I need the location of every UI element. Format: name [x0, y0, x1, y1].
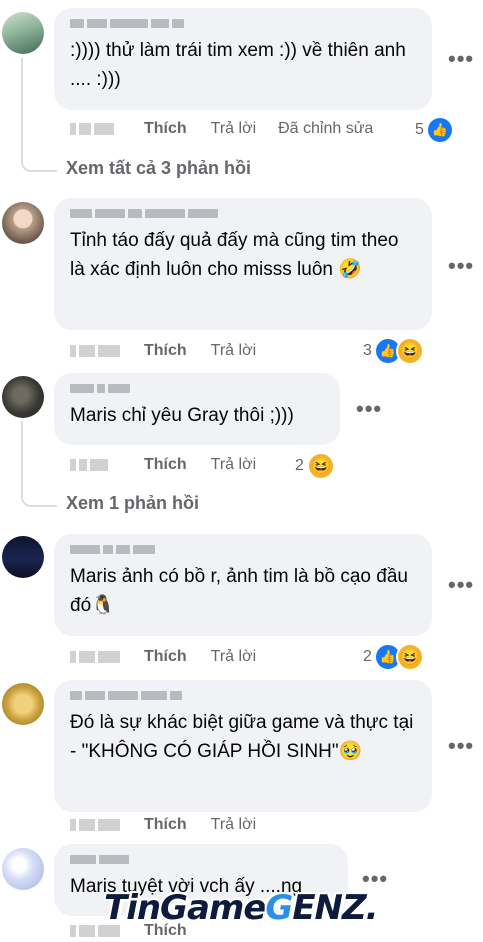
reaction-count: 5	[415, 121, 424, 138]
timestamp-redacted	[70, 650, 122, 664]
comment-bubble: Maris chỉ yêu Gray thôi ;)))	[54, 373, 340, 445]
comment-text: Maris chỉ yêu Gray thôi ;)))	[70, 405, 294, 426]
timestamp-redacted	[70, 344, 122, 358]
comment-actions: Thích Trả lời	[70, 646, 256, 668]
more-options-icon[interactable]: •••	[448, 253, 474, 279]
edited-label: Đã chỉnh sửa	[278, 120, 374, 137]
author-name-redacted[interactable]	[70, 690, 418, 700]
comment-text: Đó là sự khác biệt giữa game và thực tại…	[70, 712, 414, 762]
author-name-redacted[interactable]	[70, 18, 418, 28]
site-watermark-logo: TinGameGENZ.	[104, 888, 379, 928]
author-name-redacted[interactable]	[70, 854, 334, 864]
reaction-count: 2	[295, 457, 304, 474]
avatar[interactable]	[2, 536, 44, 578]
like-button[interactable]: Thích	[144, 456, 187, 474]
haha-icon: 😆	[395, 643, 424, 671]
comment-actions: Thích Trả lời	[70, 454, 256, 476]
watermark-text-3: ENZ.	[292, 888, 378, 928]
timestamp-redacted	[70, 122, 122, 136]
like-button[interactable]: Thích	[144, 816, 187, 834]
reaction-count: 3	[363, 342, 372, 359]
reply-button[interactable]: Trả lời	[211, 816, 256, 834]
comment-bubble: Đó là sự khác biệt giữa game và thực tại…	[54, 680, 432, 812]
reaction-summary[interactable]: 5 👍	[415, 116, 454, 144]
author-name-redacted[interactable]	[70, 544, 418, 554]
reaction-count: 2	[363, 648, 372, 665]
comment-text: Maris ảnh có bồ r, ảnh tim là bồ cạo đầu…	[70, 566, 408, 616]
reaction-summary[interactable]: 3 👍 😆	[363, 337, 424, 365]
comment-actions: Thích Trả lời	[70, 340, 256, 362]
more-options-icon[interactable]: •••	[356, 396, 382, 422]
comment-bubble: :)))) thử làm trái tim xem :)) về thiên …	[54, 8, 432, 110]
thread-line	[21, 421, 57, 507]
author-name-redacted[interactable]	[70, 383, 326, 393]
avatar[interactable]	[2, 848, 44, 890]
more-options-icon[interactable]: •••	[448, 733, 474, 759]
haha-icon: 😆	[395, 337, 424, 365]
comment-actions: Thích Trả lời Đã chỉnh sửa	[70, 118, 373, 140]
reply-button[interactable]: Trả lời	[211, 342, 256, 360]
reaction-summary[interactable]: 2 😆	[295, 452, 335, 480]
comment-bubble: Tỉnh táo đấy quả đấy mà cũng tim theo là…	[54, 198, 432, 330]
like-button[interactable]: Thích	[144, 648, 187, 666]
like-button[interactable]: Thích	[144, 120, 187, 138]
view-replies-link[interactable]: Xem tất cả 3 phản hồi	[66, 158, 251, 179]
comment-text: :)))) thử làm trái tim xem :)) về thiên …	[70, 40, 406, 90]
avatar[interactable]	[2, 683, 44, 725]
more-options-icon[interactable]: •••	[448, 46, 474, 72]
comment-actions: Thích Trả lời	[70, 814, 256, 836]
comment-bubble: Maris ảnh có bồ r, ảnh tim là bồ cạo đầu…	[54, 534, 432, 636]
like-button[interactable]: Thích	[144, 342, 187, 360]
thread-line	[21, 58, 57, 172]
timestamp-redacted	[70, 818, 122, 832]
reply-button[interactable]: Trả lời	[211, 120, 256, 138]
reaction-summary[interactable]: 2 👍 😆	[363, 643, 424, 671]
comment-text: Tỉnh táo đấy quả đấy mà cũng tim theo là…	[70, 230, 399, 280]
reply-button[interactable]: Trả lời	[211, 456, 256, 474]
avatar[interactable]	[2, 376, 44, 418]
reply-button[interactable]: Trả lời	[211, 648, 256, 666]
avatar[interactable]	[2, 12, 44, 54]
like-icon: 👍	[425, 116, 454, 144]
timestamp-redacted	[70, 458, 122, 472]
watermark-text-1: TinGame	[104, 888, 266, 928]
author-name-redacted[interactable]	[70, 208, 418, 218]
view-replies-link[interactable]: Xem 1 phản hồi	[66, 493, 199, 514]
more-options-icon[interactable]: •••	[448, 572, 474, 598]
watermark-text-2: G	[265, 888, 293, 928]
avatar[interactable]	[2, 202, 44, 244]
haha-icon: 😆	[306, 452, 335, 480]
